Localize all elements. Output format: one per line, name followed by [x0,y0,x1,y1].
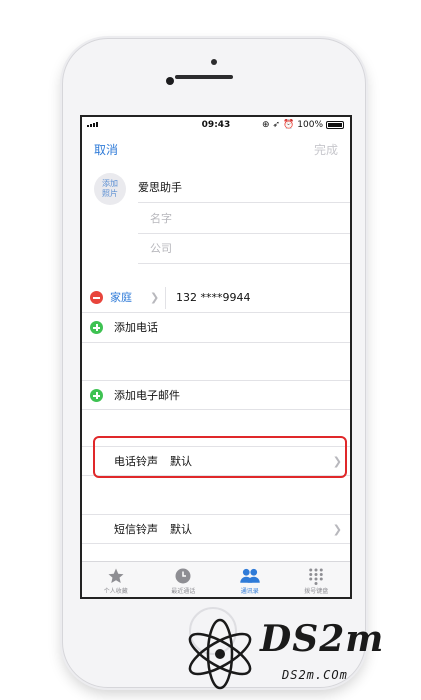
tab-bar: 个人收藏 最近通话 通讯录 拨号键盘 [82,561,350,597]
phone-label-selector[interactable]: 家庭 [110,283,132,313]
lock-rotation-icon: ⊕ [261,120,270,130]
add-email-icon [90,389,103,402]
company-field[interactable]: 公司 [138,234,350,264]
chevron-right-icon: ❯ [150,291,160,304]
last-name-field[interactable]: 爱思助手 [138,173,350,203]
watermark-logo: DS2m DS2m.COm [182,610,418,696]
chevron-right-icon: ❯ [332,523,342,536]
done-button[interactable]: 完成 [314,141,338,158]
add-email-row[interactable]: 添加电子邮件 [82,380,350,410]
add-photo-label-line1: 添加 [102,179,118,188]
add-photo-button[interactable]: 添加 照片 [94,173,126,205]
tab-label: 拨号键盘 [304,588,329,595]
watermark-site: DS2m.COm [282,668,348,682]
first-name-field[interactable]: 名字 [138,204,350,234]
tab-label: 个人收藏 [103,588,128,595]
contacts-icon [239,566,261,586]
add-phone-row[interactable]: 添加电话 [82,313,350,343]
alarm-icon: ⏰ [283,120,295,130]
add-phone-icon [90,321,103,334]
proximity-sensor [211,59,217,65]
keypad-icon [307,566,325,586]
cancel-button[interactable]: 取消 [94,141,118,158]
status-bar: 09:43 ⊕ ➶ ⏰ 100% [82,117,350,135]
add-phone-label: 添加电话 [114,321,158,334]
location-icon: ➶ [272,120,281,130]
battery-percent: 100% [297,120,323,130]
text-tone-label: 短信铃声 [114,523,158,536]
tab-recents[interactable]: 最近通话 [171,566,195,595]
watermark-brand: DS2m [260,618,385,660]
phone-number-field[interactable]: 132 ****9944 [176,283,251,313]
remove-phone-icon[interactable] [90,291,103,304]
earpiece-speaker [175,75,233,79]
atom-logo-icon [188,618,252,690]
add-email-label: 添加电子邮件 [114,389,180,402]
tab-favorites[interactable]: 个人收藏 [104,566,128,595]
star-icon [107,566,125,586]
tab-keypad[interactable]: 拨号键盘 [304,566,328,595]
phone-screen: 09:43 ⊕ ➶ ⏰ 100% 取消 完成 添加 照片 爱思助手 名字 公司 … [80,115,352,599]
battery-icon [326,121,344,129]
front-camera [166,77,174,85]
phone-row: 家庭 ❯ 132 ****9944 [82,283,350,313]
add-photo-label-line2: 照片 [102,189,118,198]
highlight-box [93,436,347,478]
tab-label: 通讯录 [240,588,259,595]
clock-icon [174,566,192,586]
text-tone-value: 默认 [170,523,192,536]
navigation-bar: 取消 完成 [82,141,350,163]
tab-label: 最近通话 [171,588,196,595]
divider [165,287,166,309]
text-tone-row[interactable]: 短信铃声 默认 ❯ [82,514,350,544]
tab-contacts[interactable]: 通讯录 [239,566,261,595]
